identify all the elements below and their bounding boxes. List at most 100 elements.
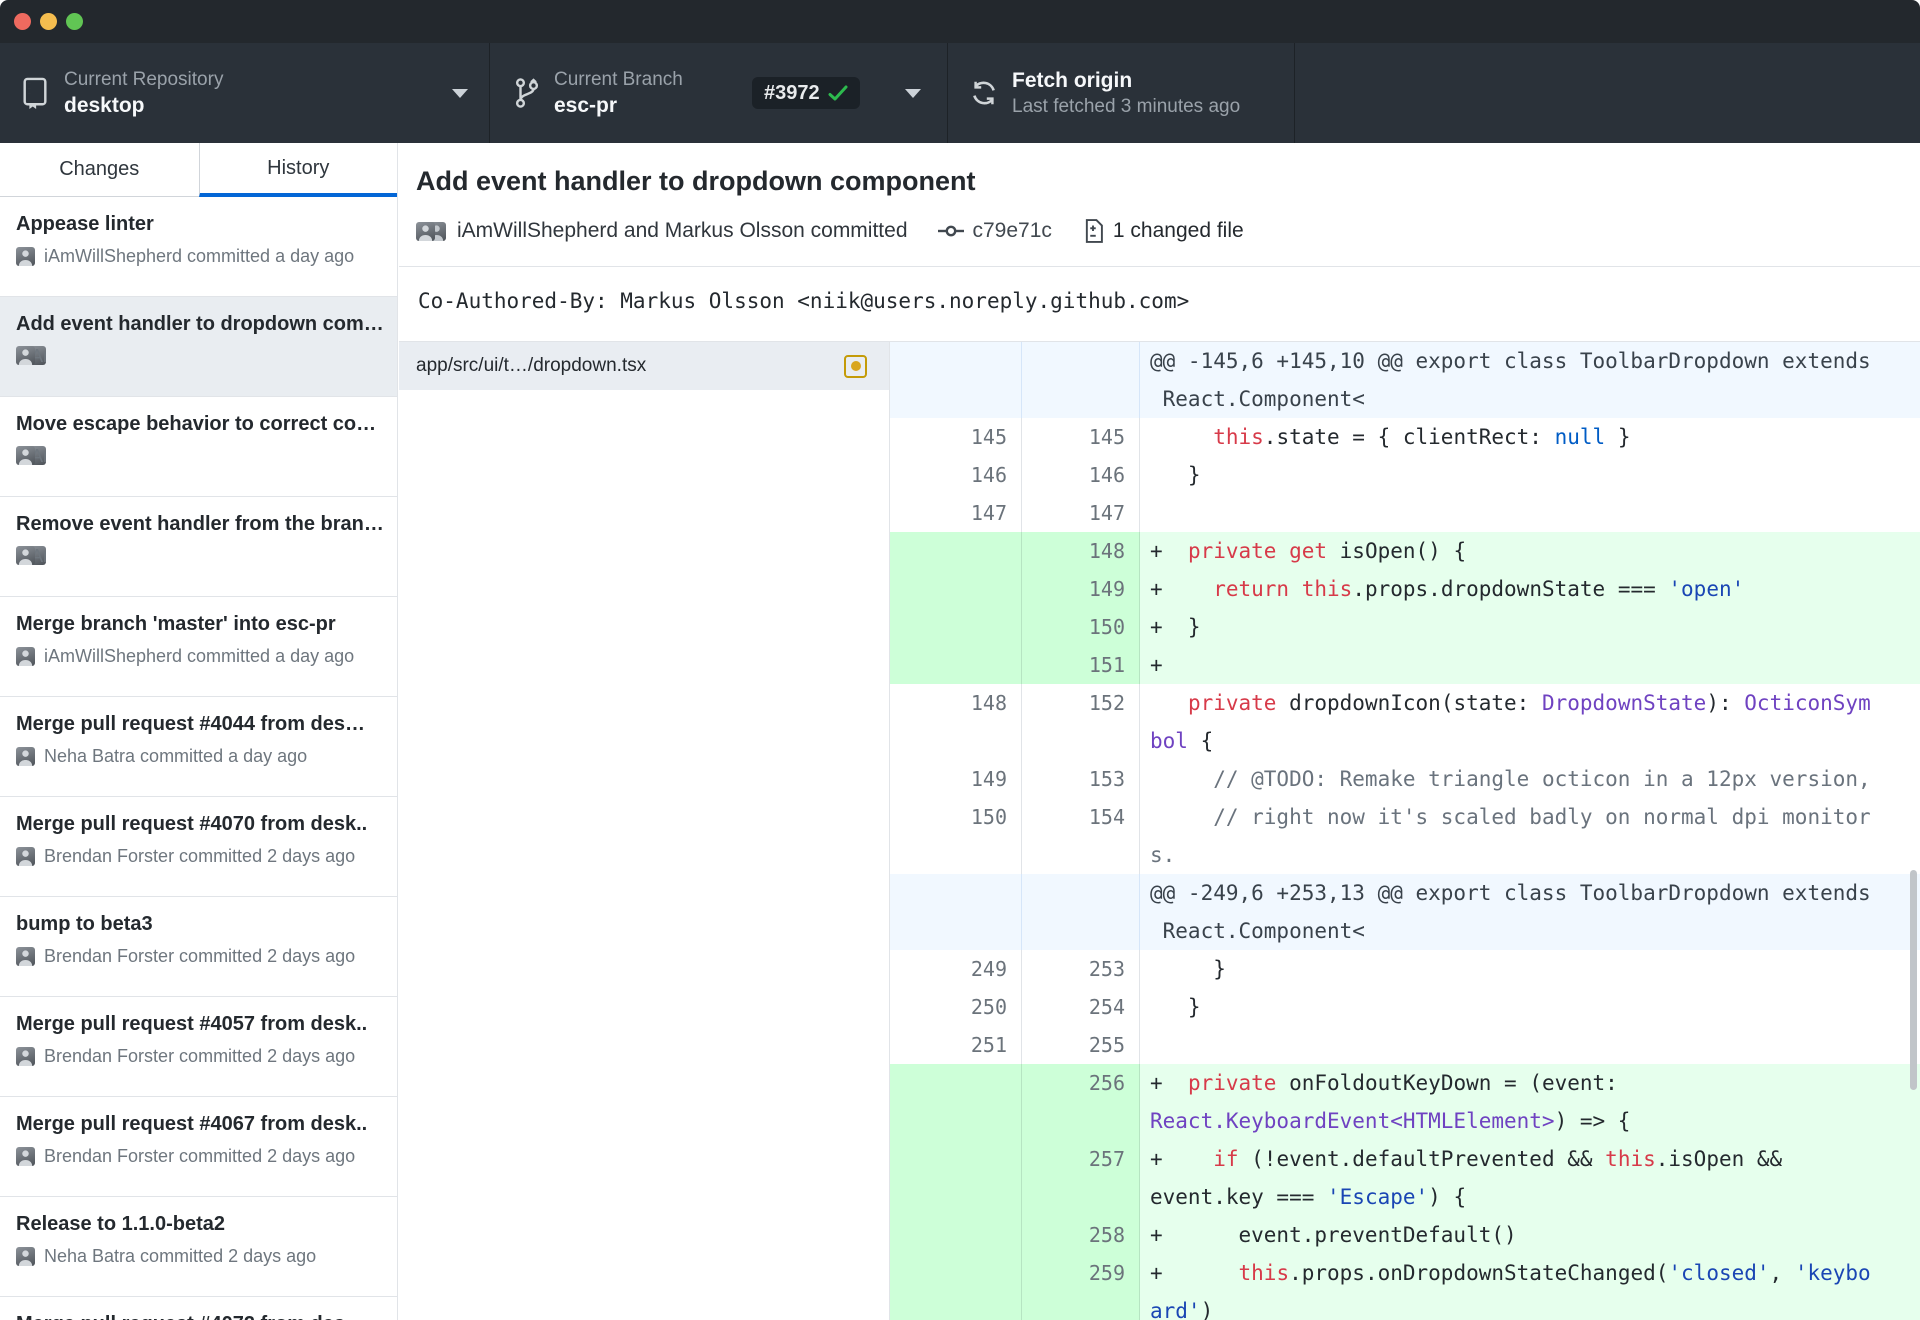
diff-line-row: 149 153 // @TODO: Remake triangle octicon… [890, 760, 1920, 798]
old-line-number [890, 608, 1022, 646]
commit-item-title: bump to beta3 [16, 913, 153, 935]
diff-code: private dropdownIcon(state: DropdownStat… [1150, 691, 1871, 753]
commit-item[interactable]: Appease linter iAmWillShepherd committed … [0, 197, 397, 297]
commit-item[interactable]: Remove event handler from the bran… iAmWi… [0, 497, 397, 597]
commit-item-title: Remove event handler from the bran… [16, 513, 383, 535]
commit-item-meta-text: iAmWillShepherd committed a day ago [44, 646, 355, 666]
diff-code: + event.preventDefault() [1140, 1216, 1920, 1254]
diff-line-row: 146 146 } [890, 456, 1920, 494]
commit-author-avatars [416, 221, 446, 241]
diff-line-row: 250 254 } [890, 988, 1920, 1026]
main-panel: Add event handler to dropdown component … [399, 143, 1920, 1320]
diff-code: + [1140, 646, 1920, 684]
titlebar [0, 0, 1920, 43]
old-line-number: 249 [890, 950, 1022, 988]
changed-files-panel: app/src/ui/t…/dropdown.tsx [399, 342, 890, 1320]
commit-item[interactable]: Move escape behavior to correct co… iAmWi… [0, 397, 397, 497]
commit-sha[interactable]: c79e71c [973, 219, 1052, 243]
repo-icon [20, 76, 50, 110]
fetch-origin-button[interactable]: Fetch origin Last fetched 3 minutes ago [948, 43, 1295, 143]
file-row[interactable]: app/src/ui/t…/dropdown.tsx [399, 342, 889, 390]
chevron-down-icon [905, 89, 921, 98]
commit-item[interactable]: Merge pull request #4072 from des… [0, 1297, 397, 1320]
avatar [16, 1247, 35, 1266]
new-line-number: 152 [1022, 684, 1140, 760]
check-icon [828, 84, 848, 102]
avatar [16, 1047, 35, 1066]
diff-code [1140, 494, 1920, 532]
minimize-window-button[interactable] [40, 12, 57, 30]
new-line-number: 254 [1022, 988, 1140, 1026]
avatar [16, 747, 35, 766]
commit-item[interactable]: Merge pull request #4070 from desk.. Bren… [0, 797, 397, 897]
pull-request-number: #3972 [764, 81, 820, 104]
commit-item[interactable]: Add event handler to dropdown com… iAmWil… [0, 297, 397, 397]
new-line-number: 148 [1022, 532, 1140, 570]
zoom-window-button[interactable] [66, 12, 83, 30]
commit-item-meta: Neha Batra committed 2 days ago [16, 1246, 383, 1267]
app-window: Current Repository desktop Current Branc… [0, 0, 1920, 1320]
old-line-number [890, 1216, 1022, 1254]
commit-item-title: Merge pull request #4072 from des… [16, 1311, 383, 1320]
old-line-number [890, 1254, 1022, 1320]
commit-item-title: Merge pull request #4067 from desk.. [16, 1113, 368, 1135]
commit-item-title: Merge pull request #4070 from desk.. [16, 813, 368, 835]
new-line-number: 150 [1022, 608, 1140, 646]
commit-description: Co-Authored-By: Markus Olsson <niik@user… [399, 267, 1920, 342]
new-line-number: 151 [1022, 646, 1140, 684]
diff-line-row: 150 + } [890, 608, 1920, 646]
tab-history[interactable]: History [198, 143, 397, 197]
diff-code: @@ -145,6 +145,10 @@ export class Toolba… [1140, 342, 1920, 418]
diff-code: + private onFoldoutKeyDown = (event: Rea… [1140, 1064, 1920, 1140]
old-line-number [890, 1064, 1022, 1140]
commit-avatars: iAmWillShepherd and Markus Olsson… [16, 546, 46, 565]
new-line-number: 153 [1022, 760, 1140, 798]
old-line-number: 147 [890, 494, 1022, 532]
fetch-title: Fetch origin [1012, 68, 1133, 92]
commit-item[interactable]: Merge pull request #4044 from des… Neha B… [0, 697, 397, 797]
diff-code: } [1150, 463, 1201, 487]
commit-header: Add event handler to dropdown component … [399, 143, 1920, 267]
commit-item[interactable]: Merge pull request #4067 from desk.. Bren… [0, 1097, 397, 1197]
commit-item-meta-text: Neha Batra committed 2 days ago [44, 1246, 317, 1266]
commit-item-meta: iAmWillShepherd and Markus Olsson… [16, 546, 383, 565]
commit-avatars: iAmWillShepherd and Markus Olsson… [16, 446, 46, 465]
diff-code: } [1150, 995, 1201, 1019]
tab-changes[interactable]: Changes [0, 143, 199, 197]
branch-dropdown-button[interactable]: Current Branch esc-pr #3972 [490, 43, 948, 143]
commit-avatars: iAmWillShepherd and Markus Olsson… [16, 346, 46, 365]
pull-request-badge[interactable]: #3972 [752, 77, 860, 109]
commit-item-meta: Brendan Forster committed 2 days ago [16, 946, 383, 967]
diff-code: this.state = { clientRect: null } [1213, 425, 1631, 449]
sync-icon [970, 78, 998, 108]
close-window-button[interactable] [14, 12, 31, 30]
avatar [16, 947, 35, 966]
changed-files-count: 1 changed file [1112, 219, 1244, 242]
diff-line-row: 251 255 [890, 1026, 1920, 1064]
commit-item-meta: iAmWillShepherd committed a day ago [16, 646, 383, 667]
old-line-number: 251 [890, 1026, 1022, 1064]
commit-authors: iAmWillShepherd and Markus Olsson commit… [457, 219, 908, 242]
repository-dropdown-button[interactable]: Current Repository desktop [0, 43, 490, 143]
commit-item[interactable]: Merge pull request #4057 from desk.. Bren… [0, 997, 397, 1097]
diff-viewer: @@ -145,6 +145,10 @@ export class Toolba… [890, 342, 1920, 1320]
fetch-subtitle: Last fetched 3 minutes ago [1012, 95, 1241, 117]
new-line-number: 256 [1022, 1064, 1140, 1140]
commit-item[interactable]: bump to beta3 Brendan Forster committed 2… [0, 897, 397, 997]
commit-item-meta: iAmWillShepherd and Markus Olsson… [16, 446, 383, 465]
diff-line-row: 249 253 } [890, 950, 1920, 988]
diff-hunk-row: @@ -249,6 +253,13 @@ export class Toolba… [890, 874, 1920, 950]
diff-code: @@ -249,6 +253,13 @@ export class Toolba… [1140, 874, 1920, 950]
new-line-number: 259 [1022, 1254, 1140, 1320]
diff-code: + return this.props.dropdownState === 'o… [1140, 570, 1920, 608]
commit-item-title: Merge pull request #4044 from des… [16, 713, 366, 735]
diff-scrollbar-thumb[interactable] [1910, 870, 1917, 1090]
diff-code: + if (!event.defaultPrevented && this.is… [1140, 1140, 1920, 1216]
diff-code [1140, 1026, 1920, 1064]
commit-item[interactable]: Merge branch 'master' into esc-pr iAmWill… [0, 597, 397, 697]
diff-hunk-row: @@ -145,6 +145,10 @@ export class Toolba… [890, 342, 1920, 418]
diff-code: + } [1140, 608, 1920, 646]
chevron-down-icon [452, 89, 468, 98]
sidebar: Changes History Appease linter iAmWillShe… [0, 143, 398, 1320]
commit-item[interactable]: Release to 1.1.0-beta2 Neha Batra committ… [0, 1197, 397, 1297]
